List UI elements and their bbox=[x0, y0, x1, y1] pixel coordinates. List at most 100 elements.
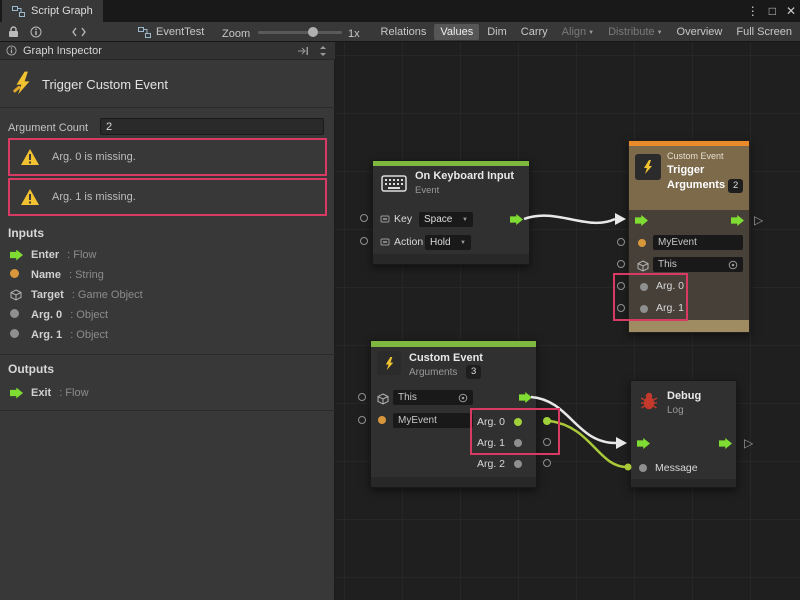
object-picker-icon[interactable] bbox=[728, 260, 738, 270]
input-row-name: Name: String bbox=[10, 268, 104, 282]
inspector-title-block: Trigger Custom Event bbox=[0, 60, 335, 108]
fullscreen-button[interactable]: Full Screen bbox=[730, 24, 798, 40]
arg1-label: Arg. 1 bbox=[656, 302, 684, 314]
node-title: Debug bbox=[667, 390, 701, 402]
trigger-arg1-port[interactable] bbox=[617, 304, 625, 312]
inspector-node-title: Trigger Custom Event bbox=[42, 77, 168, 92]
zoom-value: 1x bbox=[348, 28, 360, 40]
key-dropdown[interactable]: Space▼ bbox=[419, 212, 473, 227]
trigger-target-port[interactable] bbox=[617, 260, 625, 268]
input-row-target: Target: Game Object bbox=[10, 288, 143, 302]
node-title-line1: Trigger bbox=[667, 164, 704, 176]
inspector-header-title: Graph Inspector bbox=[23, 45, 102, 57]
graph-asset[interactable]: EventTest bbox=[138, 26, 204, 38]
maximize-icon[interactable]: □ bbox=[769, 4, 776, 18]
argument-count-badge: 3 bbox=[466, 365, 481, 379]
action-input-port[interactable] bbox=[360, 237, 368, 245]
lock-icon[interactable] bbox=[8, 26, 19, 38]
node-accent-strip bbox=[371, 341, 536, 347]
node-debug-log[interactable]: Debug Log Message bbox=[630, 380, 737, 488]
node-title: Custom Event bbox=[409, 352, 483, 364]
action-dropdown[interactable]: Hold▼ bbox=[425, 235, 471, 250]
relations-button[interactable]: Relations bbox=[375, 24, 433, 40]
panel-spinner-icon[interactable] bbox=[319, 46, 327, 56]
node-custom-event-arguments[interactable]: Custom Event Arguments 3 This MyEvent Ar… bbox=[370, 340, 537, 488]
event-name-field[interactable]: MyEvent bbox=[653, 235, 743, 250]
object-picker-icon[interactable] bbox=[458, 393, 468, 403]
kebab-menu-icon[interactable]: ⋮ bbox=[747, 4, 759, 18]
info-icon[interactable] bbox=[30, 26, 42, 38]
flow-output-port[interactable] bbox=[731, 215, 744, 226]
arg0-port-dot[interactable] bbox=[640, 283, 648, 291]
action-label: Action bbox=[394, 236, 423, 248]
inspector-header: Graph Inspector bbox=[0, 42, 335, 60]
arg1-label: Arg. 1 bbox=[477, 437, 505, 449]
arg2-label: Arg. 2 bbox=[477, 458, 505, 470]
arg0-port-dot[interactable] bbox=[514, 418, 522, 426]
node-on-keyboard-input[interactable]: On Keyboard Input Event Key Space▼ Actio… bbox=[372, 160, 530, 265]
arguments-arg1-out-port[interactable] bbox=[543, 438, 551, 446]
node-trigger-custom-event[interactable]: Custom Event Trigger Arguments 2 MyEvent… bbox=[628, 140, 750, 333]
arguments-arg2-out-port[interactable] bbox=[543, 459, 551, 467]
warning-icon bbox=[20, 188, 40, 206]
gameobject-cube-icon bbox=[10, 289, 23, 301]
arg1-port-dot[interactable] bbox=[640, 305, 648, 313]
values-button[interactable]: Values bbox=[434, 24, 479, 40]
flow-continue-arrow[interactable]: ▷ bbox=[744, 437, 753, 449]
argument-count-input[interactable]: 2 bbox=[100, 118, 324, 135]
target-field[interactable]: This bbox=[393, 390, 473, 405]
code-icon[interactable] bbox=[72, 27, 86, 37]
carry-button[interactable]: Carry bbox=[515, 24, 554, 40]
flow-continue-arrow[interactable]: ▷ bbox=[754, 214, 763, 226]
inputs-header: Inputs bbox=[8, 226, 44, 240]
flow-input-port[interactable] bbox=[635, 215, 648, 226]
message-port-dot[interactable] bbox=[639, 464, 647, 472]
lightning-icon bbox=[635, 154, 661, 180]
dock-icon[interactable] bbox=[297, 46, 309, 56]
event-name-field[interactable]: MyEvent bbox=[393, 413, 473, 428]
keyboard-icon bbox=[381, 175, 407, 192]
node-title: On Keyboard Input bbox=[415, 170, 514, 182]
arguments-arg0-out-port[interactable] bbox=[543, 417, 551, 425]
distribute-button[interactable]: Distribute▼ bbox=[602, 24, 668, 40]
tab-script-graph[interactable]: Script Graph bbox=[2, 0, 103, 22]
string-port-icon bbox=[10, 269, 19, 278]
arg1-port-dot[interactable] bbox=[514, 439, 522, 447]
node-category: Custom Event bbox=[667, 151, 724, 161]
warning-arg1: Arg. 1 is missing. bbox=[8, 178, 327, 216]
key-input-port[interactable] bbox=[360, 214, 368, 222]
divider bbox=[0, 410, 335, 411]
trigger-name-port[interactable] bbox=[617, 238, 625, 246]
name-port-dot[interactable] bbox=[378, 416, 386, 424]
outputs-header: Outputs bbox=[8, 362, 54, 376]
arg2-port-dot[interactable] bbox=[514, 460, 522, 468]
input-row-arg0: Arg. 0: Object bbox=[10, 308, 108, 322]
zoom-slider-handle[interactable] bbox=[308, 27, 318, 37]
gameobject-cube-icon[interactable] bbox=[637, 260, 649, 272]
zoom-label: Zoom bbox=[222, 28, 250, 40]
trigger-arg0-port[interactable] bbox=[617, 282, 625, 290]
divider bbox=[0, 354, 335, 355]
graph-asset-icon bbox=[138, 27, 151, 38]
node-footer bbox=[371, 477, 536, 487]
dim-button[interactable]: Dim bbox=[481, 24, 513, 40]
align-button[interactable]: Align▼ bbox=[556, 24, 600, 40]
arguments-target-port[interactable] bbox=[358, 393, 366, 401]
close-icon[interactable]: ✕ bbox=[786, 4, 796, 18]
lightning-icon bbox=[10, 70, 36, 96]
zoom-slider[interactable] bbox=[258, 31, 342, 34]
arguments-name-port[interactable] bbox=[358, 416, 366, 424]
output-row-exit: Exit: Flow bbox=[10, 386, 89, 400]
message-label: Message bbox=[655, 462, 698, 474]
name-port-dot[interactable] bbox=[638, 239, 646, 247]
gameobject-cube-icon[interactable] bbox=[377, 393, 389, 405]
overview-button[interactable]: Overview bbox=[671, 24, 729, 40]
key-row-icon bbox=[380, 214, 390, 224]
node-title-line2: Arguments bbox=[667, 179, 725, 191]
target-field[interactable]: This bbox=[653, 257, 743, 272]
arg0-label: Arg. 0 bbox=[477, 416, 505, 428]
warning-text: Arg. 0 is missing. bbox=[52, 151, 136, 163]
node-footer bbox=[373, 254, 529, 264]
chevron-down-icon: ▼ bbox=[657, 30, 663, 36]
tab-label: Script Graph bbox=[31, 5, 93, 17]
